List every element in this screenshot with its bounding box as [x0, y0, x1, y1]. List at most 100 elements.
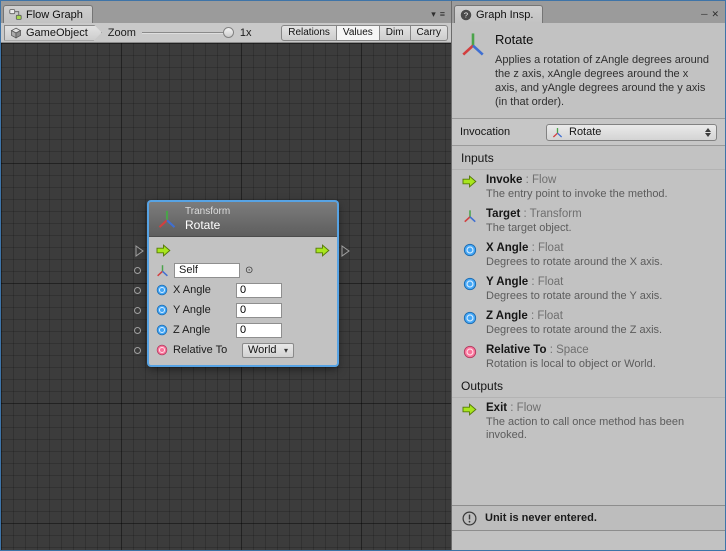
flow-graph-toolbar: GameObject Zoom 1x Relations Values Dim … [1, 23, 451, 43]
entry-type: : Float [528, 276, 563, 288]
svg-text:?: ? [464, 10, 468, 19]
entry-desc: Degrees to rotate around the Z axis. [486, 324, 662, 337]
entry-desc: The target object. [486, 222, 582, 235]
flow-graph-icon [9, 8, 22, 21]
warning-text: Unit is never entered. [485, 512, 597, 524]
flow-graph-tabbar: Flow Graph ▾ ≡ [1, 1, 451, 23]
warning-bar: Unit is never entered. [452, 505, 725, 531]
entry-name: Target [486, 208, 520, 220]
target-input-connector[interactable] [134, 267, 141, 274]
y-angle-input[interactable] [236, 303, 282, 318]
inputs-section-header: Inputs [452, 146, 725, 170]
entry-type: : Flow [507, 402, 541, 414]
inspector-spacer [452, 444, 725, 505]
minimize-icon[interactable]: ─ [701, 10, 707, 19]
inspector-icon: ? [460, 9, 472, 21]
invocation-dropdown[interactable]: Rotate [546, 124, 717, 141]
zoom-label: Zoom [108, 27, 136, 39]
x-angle-port-row: X Angle [149, 280, 337, 300]
float-port-icon[interactable] [156, 304, 168, 316]
space-port-icon[interactable] [156, 344, 168, 356]
unity-editor-window: Flow Graph ▾ ≡ GameObject Zoom [0, 0, 726, 551]
flow-output-connector[interactable] [341, 245, 350, 257]
float-port-icon[interactable] [156, 284, 168, 296]
node-titles: Transform Rotate [185, 206, 230, 232]
space-icon [461, 344, 478, 374]
entry-type: : Float [528, 242, 563, 254]
z-angle-input-connector[interactable] [134, 327, 141, 334]
transform-axis-icon [157, 209, 177, 229]
entry-name: X Angle [486, 242, 528, 254]
tab-flow-graph-label: Flow Graph [26, 9, 83, 21]
entry-desc: Degrees to rotate around the X axis. [486, 256, 663, 269]
zoom-slider[interactable] [142, 26, 234, 40]
tab-flow-graph[interactable]: Flow Graph [3, 5, 93, 23]
entry-text: Relative To : Space Rotation is local to… [486, 344, 656, 374]
object-picker-icon[interactable]: ⊙ [245, 265, 253, 276]
graph-inspector-pane: ? Graph Insp. ─ ✕ [452, 1, 725, 550]
relative-to-input-connector[interactable] [134, 347, 141, 354]
inspector-input-x-angle: X Angle : Float Degrees to rotate around… [452, 238, 725, 272]
entry-name: Y Angle [486, 276, 528, 288]
y-angle-input-connector[interactable] [134, 307, 141, 314]
flow-graph-pane: Flow Graph ▾ ≡ GameObject Zoom [1, 1, 452, 550]
float-icon [461, 242, 478, 272]
inspector-title: Rotate [495, 32, 713, 47]
inspector-input-relative-to: Relative To : Space Rotation is local to… [452, 340, 725, 374]
y-angle-label: Y Angle [173, 304, 231, 316]
flow-arrow-icon [461, 174, 478, 204]
entry-type: : Float [528, 310, 563, 322]
inspector-input-y-angle: Y Angle : Float Degrees to rotate around… [452, 272, 725, 306]
x-angle-input-connector[interactable] [134, 287, 141, 294]
target-object-value: Self [179, 264, 198, 276]
target-port-row: Self ⊙ [149, 260, 337, 280]
entry-name: Exit [486, 402, 507, 414]
dim-toggle[interactable]: Dim [380, 25, 411, 41]
flow-arrow-icon [461, 402, 478, 444]
entry-desc: Rotation is local to object or World. [486, 358, 656, 371]
float-icon [461, 310, 478, 340]
flow-input-connector[interactable] [135, 245, 144, 257]
x-angle-input[interactable] [236, 283, 282, 298]
y-angle-port-row: Y Angle [149, 300, 337, 320]
inspector-description: Applies a rotation of zAngle degrees aro… [495, 53, 713, 109]
invocation-row: Invocation Rotate [452, 118, 725, 146]
node-subtitle: Rotate [185, 218, 230, 232]
values-toggle[interactable]: Values [337, 25, 380, 41]
target-object-field[interactable]: Self [174, 263, 240, 278]
exit-flow-arrow-icon[interactable] [315, 244, 330, 257]
relative-to-dropdown[interactable]: World ▾ [242, 343, 294, 358]
entry-desc: The action to call once method has been … [486, 416, 716, 442]
pane-dropdown-icon[interactable]: ▾ [431, 10, 436, 19]
float-port-icon[interactable] [156, 324, 168, 336]
carry-toggle[interactable]: Carry [411, 25, 448, 41]
graph-canvas[interactable]: Transform Rotate [1, 43, 451, 550]
relations-toggle[interactable]: Relations [281, 25, 337, 41]
entry-text: Invoke : Flow The entry point to invoke … [486, 174, 668, 204]
pane-menu-icon[interactable]: ≡ [440, 10, 445, 19]
node-header[interactable]: Transform Rotate [149, 202, 337, 237]
invoke-flow-arrow-icon[interactable] [156, 244, 171, 257]
float-icon [461, 276, 478, 306]
transform-rotate-node[interactable]: Transform Rotate [148, 201, 338, 366]
inspector-output-exit: Exit : Flow The action to call once meth… [452, 398, 725, 444]
z-angle-input[interactable] [236, 323, 282, 338]
z-angle-label: Z Angle [173, 324, 231, 336]
relative-to-value: World [248, 344, 277, 356]
breadcrumb-label: GameObject [26, 27, 88, 39]
transform-axis-icon [461, 208, 478, 238]
breadcrumb-gameobject[interactable]: GameObject [4, 25, 102, 41]
transform-port-icon[interactable] [156, 264, 169, 277]
node-body: Self ⊙ X Angle [149, 237, 337, 365]
close-icon[interactable]: ✕ [711, 10, 719, 19]
entry-desc: Degrees to rotate around the Y axis. [486, 290, 662, 303]
entry-text: Y Angle : Float Degrees to rotate around… [486, 276, 662, 306]
tab-graph-inspector[interactable]: ? Graph Insp. [454, 5, 543, 23]
entry-name: Invoke [486, 174, 522, 186]
entry-name: Relative To [486, 344, 547, 356]
z-angle-port-row: Z Angle [149, 320, 337, 340]
graph-toggle-group: Relations Values Dim Carry [281, 25, 448, 41]
entry-text: Target : Transform The target object. [486, 208, 582, 238]
zoom-slider-thumb[interactable] [223, 27, 234, 38]
graph-inspector-pane-controls: ─ ✕ [701, 10, 723, 23]
